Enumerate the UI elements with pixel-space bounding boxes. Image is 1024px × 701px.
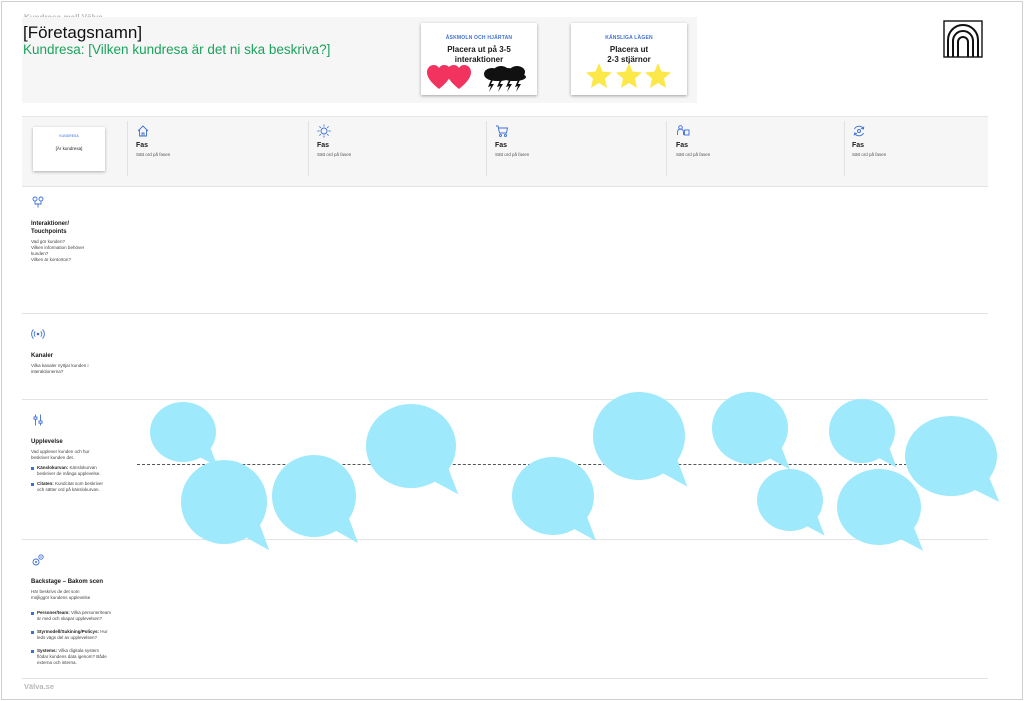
speech-bubble-icon[interactable] bbox=[757, 469, 825, 536]
speech-bubble-icon[interactable] bbox=[905, 416, 1000, 502]
speech-bubble-icon[interactable] bbox=[512, 457, 597, 541]
speech-bubble-icon[interactable] bbox=[593, 392, 688, 487]
speech-bubble-icon[interactable] bbox=[181, 460, 270, 551]
speech-bubble-icon[interactable] bbox=[272, 455, 359, 544]
footer-brand: Välva.se bbox=[24, 682, 55, 691]
speech-bubble-icon[interactable] bbox=[366, 404, 459, 495]
speech-bubbles-layer bbox=[150, 392, 1000, 551]
speech-bubble-icon[interactable] bbox=[837, 469, 924, 551]
speech-bubble-icon[interactable] bbox=[712, 392, 790, 470]
speech-bubble-icon[interactable] bbox=[829, 399, 897, 468]
speech-bubble-icon[interactable] bbox=[150, 402, 218, 467]
